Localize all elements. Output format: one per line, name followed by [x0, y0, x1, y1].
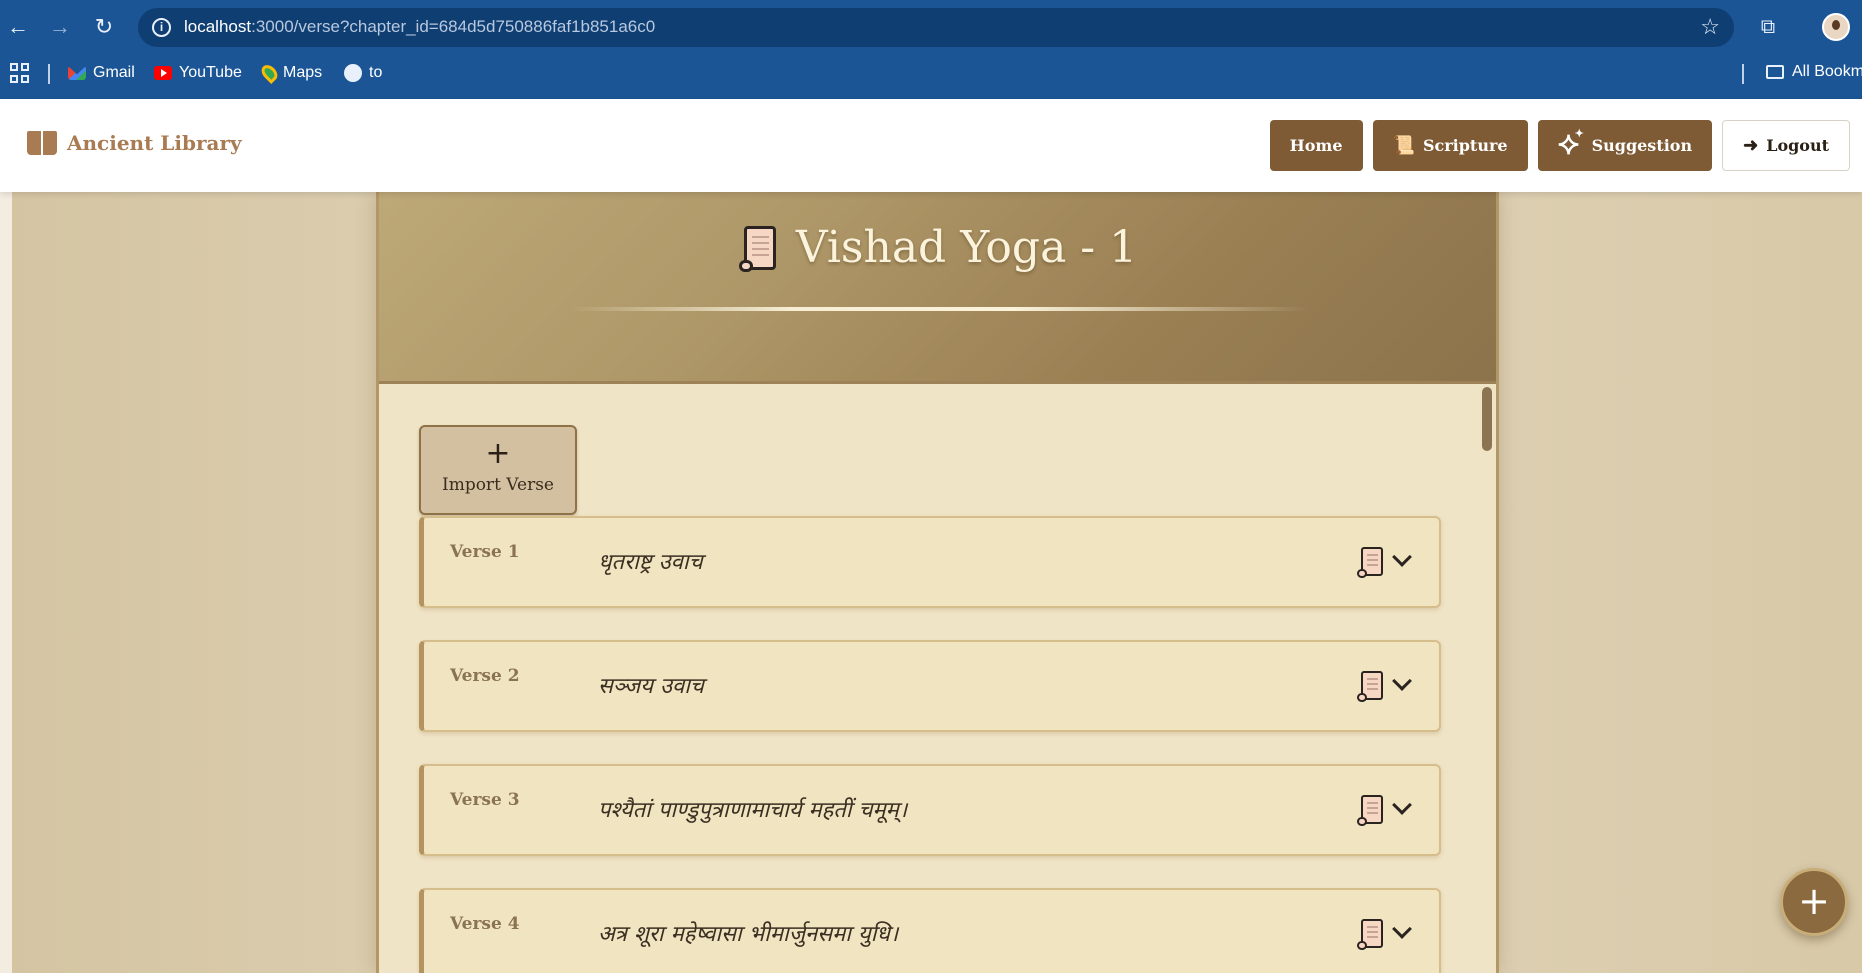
verse-number: Verse 2 [450, 666, 520, 686]
url-host: localhost [184, 17, 252, 36]
url-path: :3000/verse?chapter_id=684d5d750886faf1b… [251, 17, 656, 36]
bookmark-label: Gmail [93, 64, 135, 81]
sparkle-icon [1558, 127, 1584, 161]
bookmark-star-icon[interactable]: ☆ [1700, 14, 1720, 40]
folder-icon [1766, 65, 1784, 79]
verse-text: सञ्जय उवाच [598, 674, 704, 699]
bookmark-label: YouTube [179, 64, 242, 81]
bookmarks-divider [1742, 64, 1744, 84]
main-nav: Home 📜 Scripture Suggestion ➜ Logout [1269, 120, 1850, 171]
brand-logo[interactable]: Ancient Library [27, 131, 242, 155]
back-arrow-icon[interactable]: ← [4, 13, 32, 41]
chapter-panel: Vishad Yoga - 1 + Import Verse Verse 1 ध… [376, 192, 1499, 973]
bookmarks-divider [48, 64, 50, 84]
chevron-down-icon[interactable] [1392, 795, 1412, 815]
gmail-icon [68, 66, 86, 80]
scroll-icon: 📜 [1392, 134, 1415, 156]
nav-logout-button[interactable]: ➜ Logout [1722, 120, 1850, 171]
apps-grid-icon[interactable] [10, 63, 30, 83]
scroll-icon[interactable] [1357, 918, 1385, 950]
nav-home-label: Home [1289, 136, 1343, 155]
browser-toolbar: ← → ↻ i localhost:3000/verse?chapter_id=… [0, 0, 1862, 54]
import-verse-label: Import Verse [441, 475, 554, 495]
all-bookmarks-label: All Bookm [1792, 63, 1862, 80]
plus-icon: + [485, 436, 511, 471]
verse-number: Verse 4 [450, 914, 520, 934]
bookmark-label: Maps [283, 64, 323, 81]
nav-suggestion-label: Suggestion [1591, 136, 1693, 155]
nav-home-button[interactable]: Home [1269, 120, 1363, 171]
maps-icon [258, 62, 281, 84]
import-verse-button[interactable]: + Import Verse [419, 425, 577, 515]
forward-arrow-icon[interactable]: → [46, 13, 74, 41]
profile-avatar[interactable] [1822, 13, 1850, 41]
nav-logout-label: Logout [1766, 136, 1829, 155]
panel-scrollbar[interactable] [1482, 387, 1492, 451]
nav-scripture-button[interactable]: 📜 Scripture [1372, 120, 1528, 171]
app-header: Ancient Library Home 📜 Scripture Suggesti… [0, 99, 1862, 192]
chevron-down-icon[interactable] [1392, 671, 1412, 691]
verse-number: Verse 3 [450, 790, 520, 810]
title-divider [569, 307, 1309, 311]
bookmarks-bar: Gmail YouTube Maps to All Bookm [0, 54, 1862, 99]
verse-text: पश्यैतां पाण्डुपुत्राणामाचार्य महतीं चमू… [598, 798, 908, 823]
bookmark-maps[interactable]: Maps [258, 61, 323, 85]
chapter-title: Vishad Yoga - 1 [379, 222, 1496, 273]
verse-card[interactable]: Verse 4 अत्र शूरा महेष्वासा भीमार्जुनसमा… [419, 888, 1441, 973]
verse-text: अत्र शूरा महेष्वासा भीमार्जुनसमा युधि। [598, 922, 899, 947]
scroll-icon [738, 224, 780, 272]
bookmark-gmail[interactable]: Gmail [68, 61, 135, 85]
site-info-icon[interactable]: i [152, 18, 171, 37]
chapter-header: Vishad Yoga - 1 [379, 192, 1496, 384]
chevron-down-icon[interactable] [1392, 547, 1412, 567]
nav-scripture-label: Scripture [1422, 136, 1508, 155]
address-bar[interactable]: i localhost:3000/verse?chapter_id=684d5d… [138, 8, 1734, 47]
add-fab-button[interactable]: + [1780, 868, 1848, 936]
sign-in-arrow-icon: ➜ [1743, 134, 1759, 156]
verse-card[interactable]: Verse 2 सञ्जय उवाच [419, 640, 1441, 732]
youtube-icon [154, 66, 172, 80]
scroll-icon[interactable] [1357, 546, 1385, 578]
book-icon [27, 131, 57, 155]
verse-card[interactable]: Verse 3 पश्यैतां पाण्डुपुत्राणामाचार्य म… [419, 764, 1441, 856]
extensions-icon[interactable]: ⧉ [1754, 13, 1782, 41]
left-edge-strip [0, 192, 12, 973]
verse-card[interactable]: Verse 1 धृतराष्ट्र उवाच [419, 516, 1441, 608]
all-bookmarks-folder[interactable]: All Bookm [1766, 63, 1862, 81]
bookmark-youtube[interactable]: YouTube [154, 61, 242, 85]
nav-suggestion-button[interactable]: Suggestion [1537, 120, 1713, 171]
browser-chrome: ← → ↻ i localhost:3000/verse?chapter_id=… [0, 0, 1862, 99]
page-background: Vishad Yoga - 1 + Import Verse Verse 1 ध… [0, 192, 1862, 973]
brand-name: Ancient Library [67, 131, 242, 155]
chapter-title-text: Vishad Yoga - 1 [795, 222, 1138, 273]
bookmark-to[interactable]: to [344, 61, 382, 85]
verse-text: धृतराष्ट्र उवाच [598, 550, 703, 575]
bookmark-label: to [369, 64, 383, 81]
scroll-icon[interactable] [1357, 794, 1385, 826]
chevron-down-icon[interactable] [1392, 919, 1412, 939]
reload-icon[interactable]: ↻ [90, 13, 118, 41]
scroll-icon[interactable] [1357, 670, 1385, 702]
address-url[interactable]: localhost:3000/verse?chapter_id=684d5d75… [184, 17, 655, 37]
globe-icon [344, 64, 362, 82]
verse-number: Verse 1 [450, 542, 520, 562]
